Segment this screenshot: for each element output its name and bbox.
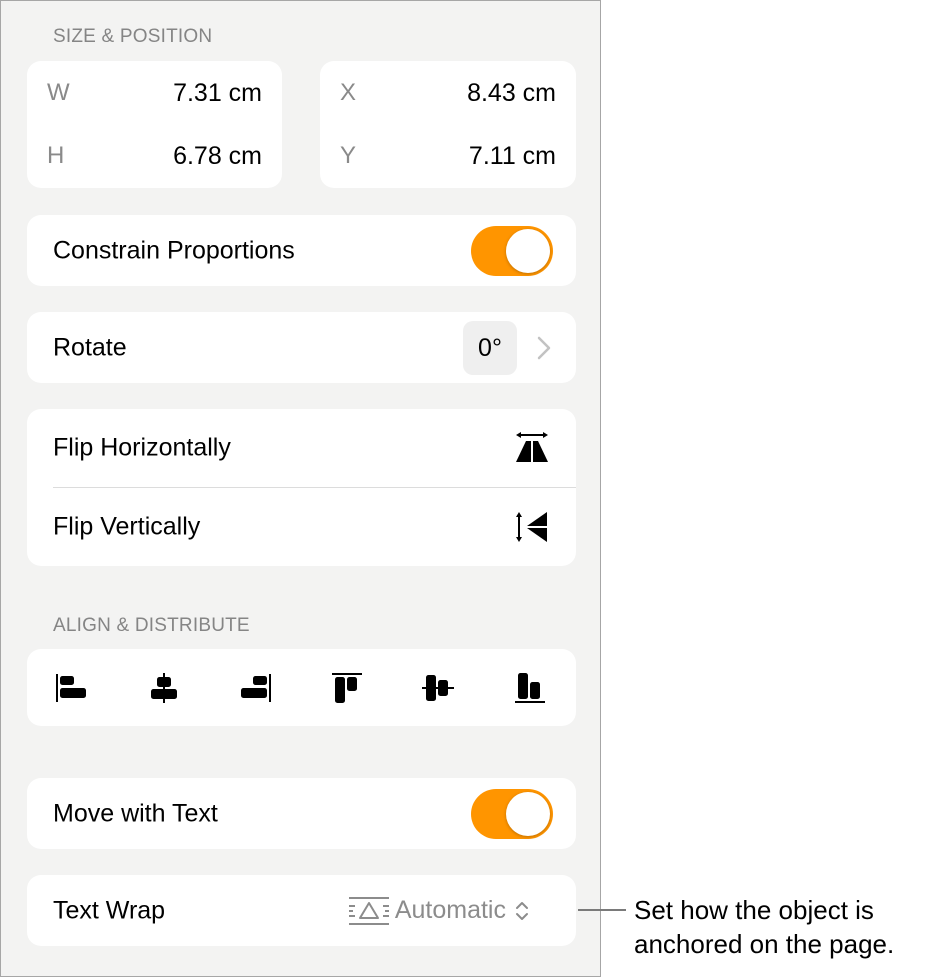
rotate-value[interactable]: 0° bbox=[463, 320, 517, 375]
constrain-proportions-toggle[interactable] bbox=[471, 225, 553, 276]
constrain-proportions-label: Constrain Proportions bbox=[53, 236, 295, 264]
align-top-icon bbox=[332, 672, 362, 703]
rotate-label: Rotate bbox=[53, 333, 127, 361]
text-wrap-label: Text Wrap bbox=[53, 896, 166, 924]
flip-horizontally-label: Flip Horizontally bbox=[53, 433, 231, 462]
height-field[interactable]: H 6.78 cm bbox=[27, 124, 282, 188]
text-wrap-automatic-icon bbox=[348, 896, 389, 925]
flip-vertically-label: Flip Vertically bbox=[53, 512, 201, 541]
text-wrap-value: Automatic bbox=[394, 896, 506, 924]
width-field[interactable]: W 7.31 cm bbox=[27, 61, 282, 125]
height-label: H bbox=[47, 142, 65, 169]
flip-vertical-icon[interactable] bbox=[514, 510, 550, 544]
width-label: W bbox=[47, 79, 70, 106]
rotate-row[interactable]: Rotate 0° bbox=[27, 312, 576, 383]
align-right-button[interactable] bbox=[237, 670, 273, 706]
callout-text: Set how the object is anchored on the pa… bbox=[634, 895, 895, 959]
size-box: W 7.31 cm H 6.78 cm bbox=[27, 61, 282, 188]
constrain-proportions-row: Constrain Proportions bbox=[27, 215, 576, 286]
align-bottom-button[interactable] bbox=[512, 670, 548, 706]
chevron-right-icon[interactable] bbox=[537, 336, 551, 360]
align-center-icon bbox=[151, 672, 177, 703]
align-left-button[interactable] bbox=[54, 670, 90, 706]
align-left-icon bbox=[56, 673, 86, 702]
toggle-knob bbox=[506, 228, 550, 273]
align-top-button[interactable] bbox=[329, 670, 365, 706]
text-wrap-popup[interactable]: Automatic bbox=[347, 894, 506, 928]
align-center-button[interactable] bbox=[146, 670, 182, 706]
x-value[interactable]: 8.43 cm bbox=[467, 79, 556, 108]
text-wrap-row[interactable]: Text Wrap Automatic bbox=[27, 875, 576, 946]
align-right-icon bbox=[241, 673, 271, 702]
flip-card: Flip Horizontally Flip Vertically bbox=[27, 409, 576, 566]
align-middle-icon bbox=[422, 674, 454, 701]
chevron-up-down-icon[interactable] bbox=[514, 899, 530, 923]
align-toolbar bbox=[27, 649, 576, 726]
arrange-panel: SIZE & POSITION W 7.31 cm H 6.78 cm X 8.… bbox=[0, 0, 601, 977]
flip-horizontal-icon[interactable] bbox=[514, 431, 550, 465]
move-with-text-label: Move with Text bbox=[53, 799, 218, 827]
x-label: X bbox=[340, 79, 357, 106]
y-value[interactable]: 7.11 cm bbox=[469, 142, 556, 171]
move-with-text-row: Move with Text bbox=[27, 778, 576, 849]
y-field[interactable]: Y 7.11 cm bbox=[320, 124, 576, 188]
flip-vertically-row[interactable]: Flip Vertically bbox=[27, 488, 576, 566]
move-with-text-toggle[interactable] bbox=[471, 788, 553, 839]
align-bottom-icon bbox=[515, 672, 545, 703]
x-field[interactable]: X 8.43 cm bbox=[320, 61, 576, 125]
align-middle-button[interactable] bbox=[420, 670, 456, 706]
toggle-knob bbox=[506, 791, 550, 836]
position-box: X 8.43 cm Y 7.11 cm bbox=[320, 61, 576, 188]
width-value[interactable]: 7.31 cm bbox=[173, 79, 262, 108]
size-position-header: SIZE & POSITION bbox=[53, 26, 213, 47]
align-distribute-header: ALIGN & DISTRIBUTE bbox=[53, 615, 250, 636]
flip-horizontally-row[interactable]: Flip Horizontally bbox=[27, 409, 576, 487]
y-label: Y bbox=[340, 142, 357, 169]
height-value[interactable]: 6.78 cm bbox=[173, 142, 262, 171]
callout-leader-line bbox=[578, 909, 626, 911]
